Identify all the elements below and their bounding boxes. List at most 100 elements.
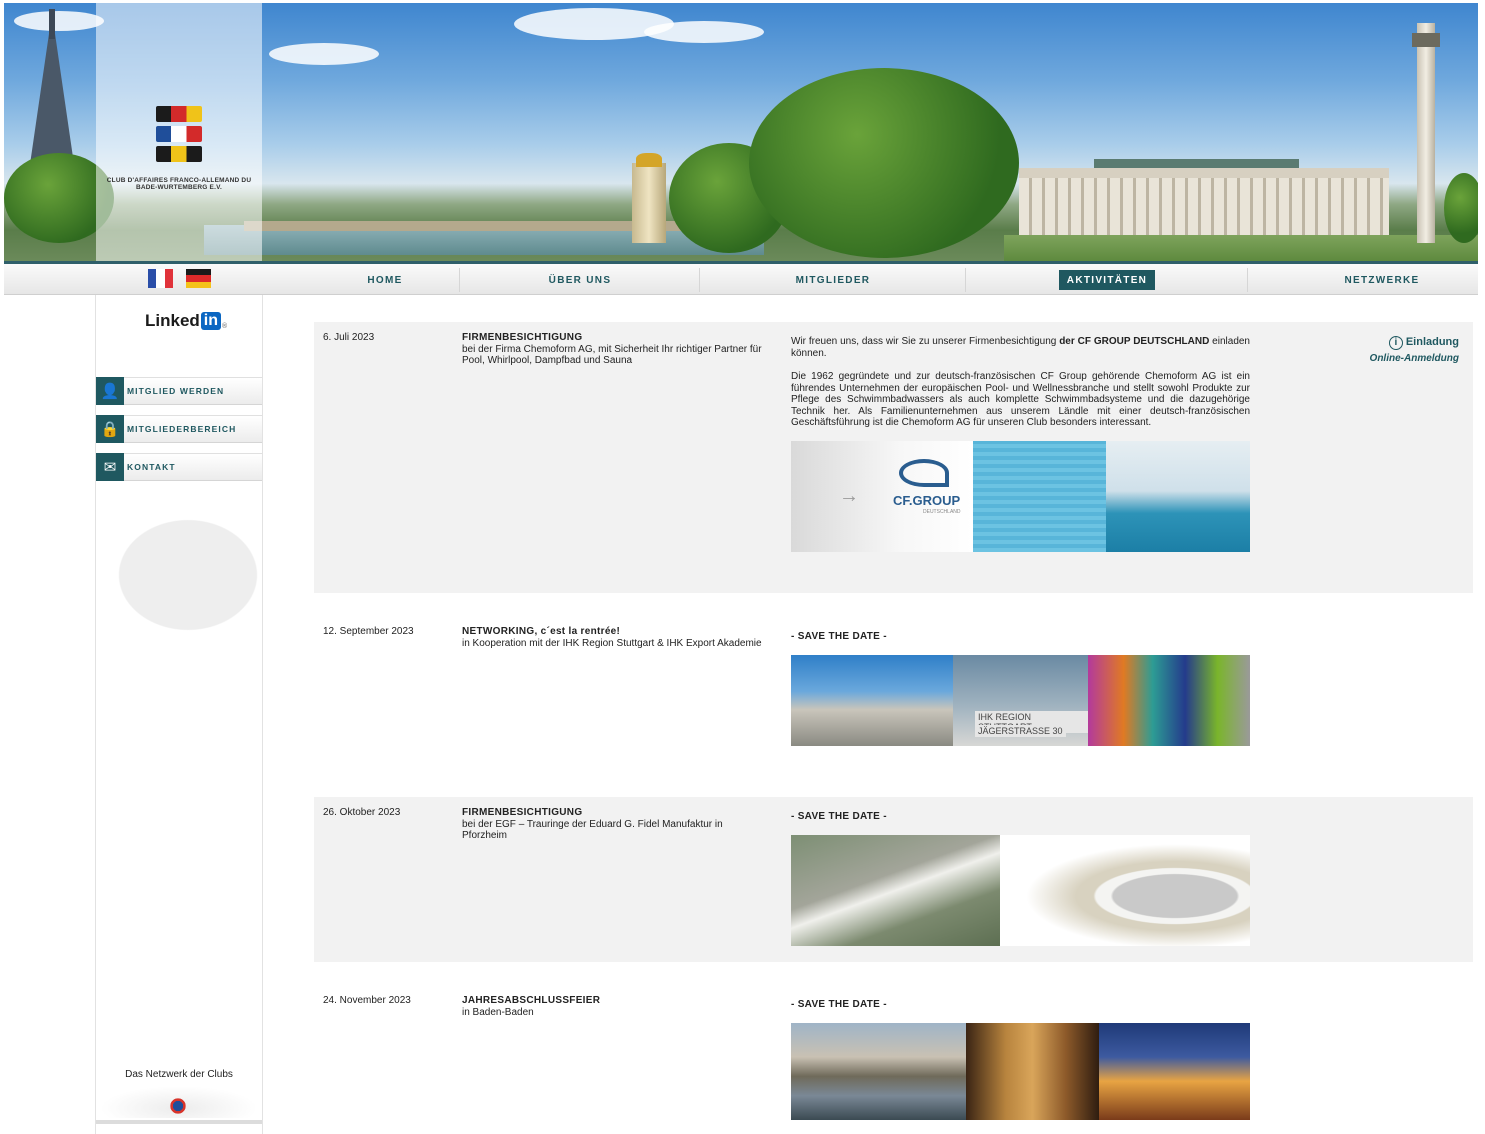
sidebar-footer-bar bbox=[96, 1120, 262, 1124]
linkedin-text: Linked bbox=[145, 311, 200, 330]
event-title: JAHRESABSCHLUSSFEIER bbox=[462, 995, 601, 1006]
event-subtitle: bei der EGF – Trauringe der Eduard G. Fi… bbox=[462, 818, 723, 842]
nav-divider bbox=[699, 268, 700, 292]
nav-ueber-uns[interactable]: Über uns bbox=[530, 270, 630, 290]
event-images: CF.GROUP DEUTSCHLAND → bbox=[791, 441, 1250, 552]
event-description: - SAVE THE DATE - bbox=[791, 811, 1250, 823]
mitgliederbereich-button[interactable]: 🔒 Mitgliederbereich bbox=[96, 415, 262, 443]
event-title-block: FIRMENBESICHTIGUNG bei der Firma Chemofo… bbox=[462, 332, 762, 367]
ihk-building-image bbox=[791, 655, 953, 746]
event-text-bold: der CF GROUP DEUTSCHLAND bbox=[1059, 336, 1210, 347]
lion-stripe bbox=[156, 106, 202, 122]
event-text: Wir freuen uns, dass wir Sie zu unserer … bbox=[791, 336, 1250, 359]
registered-icon: ® bbox=[222, 322, 228, 330]
event-title-block: FIRMENBESICHTIGUNG bei der EGF – Traurin… bbox=[462, 807, 732, 842]
lock-icon: 🔒 bbox=[96, 415, 124, 443]
arrow-icon: → bbox=[839, 485, 859, 507]
nav-netzwerke[interactable]: Netzwerke bbox=[1330, 270, 1434, 290]
egf-factory-aerial-image bbox=[791, 835, 1000, 946]
event-title-block: NETWORKING, c´est la rentrée! in Koopera… bbox=[462, 626, 772, 649]
club-name: CLUB D'AFFAIRES FRANCO-ALLEMAND DU BADE-… bbox=[106, 177, 252, 191]
linkedin-link[interactable]: Linked in ® bbox=[145, 311, 227, 331]
palace bbox=[1019, 168, 1389, 238]
side-button-label: Kontakt bbox=[127, 462, 176, 472]
nav-divider bbox=[459, 268, 460, 292]
cf-group-logo-subtext: DEUTSCHLAND bbox=[923, 509, 961, 515]
online-anmeldung-link[interactable]: Online-Anmeldung bbox=[1370, 353, 1459, 364]
event-date: 12. September 2023 bbox=[323, 626, 414, 637]
flag-stripe bbox=[156, 269, 165, 288]
club-logo[interactable]: CLUB D'AFFAIRES FRANCO-ALLEMAND DU BADE-… bbox=[96, 3, 262, 261]
ihk-sign-text: JÄGERSTRASSE 30 bbox=[975, 725, 1066, 737]
event-title: FIRMENBESICHTIGUNG bbox=[462, 807, 583, 818]
event-subtitle: bei der Firma Chemoform AG, mit Sicherhe… bbox=[462, 343, 762, 367]
baden-baden-town-image bbox=[791, 1023, 966, 1120]
flag-stripe bbox=[186, 281, 211, 288]
envelope-icon: ✉ bbox=[96, 453, 124, 481]
main-nav bbox=[4, 261, 1478, 295]
nav-mitglieder[interactable]: Mitglieder bbox=[778, 270, 888, 290]
nav-home[interactable]: Home bbox=[340, 270, 430, 290]
event-text-part: Wir freuen uns, dass wir Sie zu unserer … bbox=[791, 336, 1060, 347]
einladung-label: Einladung bbox=[1405, 336, 1459, 348]
lion-watermark bbox=[100, 505, 260, 645]
tree bbox=[1444, 173, 1478, 243]
tree bbox=[749, 68, 1019, 258]
event-title: NETWORKING, c´est la rentrée! bbox=[462, 626, 621, 637]
bridge-pillar bbox=[632, 163, 666, 243]
flag-fr-icon[interactable] bbox=[148, 269, 173, 288]
flag-stripe bbox=[148, 269, 157, 288]
event-images: IHK REGION STUTTGART JÄGERSTRASSE 30 bbox=[791, 655, 1250, 746]
event-row: 12. September 2023 NETWORKING, c´est la … bbox=[314, 617, 1473, 777]
einladung-link[interactable]: i Einladung Online-Anmeldung bbox=[1370, 336, 1459, 364]
nav-aktivitaeten[interactable]: Aktivitäten bbox=[1059, 270, 1155, 290]
ihk-sign-image: IHK REGION STUTTGART JÄGERSTRASSE 30 bbox=[953, 655, 1088, 746]
kurhaus-hall-image bbox=[966, 1023, 1099, 1120]
event-date: 24. November 2023 bbox=[323, 995, 411, 1006]
side-button-label: Mitgliederbereich bbox=[127, 424, 237, 434]
networking-people-image bbox=[1088, 655, 1250, 746]
christmas-market-image bbox=[1099, 1023, 1250, 1120]
nav-divider bbox=[965, 268, 966, 292]
nav-divider bbox=[1247, 268, 1248, 292]
event-images bbox=[791, 1023, 1250, 1120]
save-the-date: - SAVE THE DATE - bbox=[791, 999, 887, 1010]
person-add-icon: 👤 bbox=[96, 377, 124, 405]
event-description: - SAVE THE DATE - bbox=[791, 631, 1250, 643]
wedding-rings-image bbox=[1000, 835, 1250, 946]
event-title: FIRMENBESICHTIGUNG bbox=[462, 332, 583, 343]
gold-statue bbox=[636, 153, 662, 167]
network-logo-icon[interactable] bbox=[166, 1094, 190, 1118]
save-the-date: - SAVE THE DATE - bbox=[791, 631, 887, 642]
cloud bbox=[644, 21, 764, 43]
event-description: - SAVE THE DATE - bbox=[791, 999, 1250, 1011]
network-footer-text: Das Netzwerk der Clubs bbox=[125, 1069, 233, 1080]
event-row: 24. November 2023 JAHRESABSCHLUSSFEIER i… bbox=[314, 985, 1473, 1125]
lions-emblem-icon bbox=[156, 106, 202, 168]
pool-tiles-image bbox=[973, 441, 1106, 552]
flag-stripe bbox=[164, 269, 173, 288]
language-switch bbox=[148, 269, 211, 288]
mitglied-werden-button[interactable]: 👤 Mitglied werden bbox=[96, 377, 262, 405]
info-icon: i bbox=[1388, 336, 1403, 350]
event-images bbox=[791, 835, 1250, 946]
event-description: Wir freuen uns, dass wir Sie zu unserer … bbox=[791, 336, 1250, 441]
event-row: 6. Juli 2023 FIRMENBESICHTIGUNG bei der … bbox=[314, 322, 1473, 593]
infinity-pool-image bbox=[1106, 441, 1250, 552]
eiffel-tower-top bbox=[49, 9, 55, 39]
save-the-date: - SAVE THE DATE - bbox=[791, 811, 887, 822]
kontakt-button[interactable]: ✉ Kontakt bbox=[96, 453, 262, 481]
event-date: 26. Oktober 2023 bbox=[323, 807, 401, 818]
event-subtitle: in Kooperation mit der IHK Region Stuttg… bbox=[462, 637, 762, 649]
cloud bbox=[269, 43, 379, 65]
event-text: Die 1962 gegründete und zur deutsch-fran… bbox=[791, 371, 1250, 428]
event-subtitle: in Baden-Baden bbox=[462, 1006, 534, 1018]
event-title-block: JAHRESABSCHLUSSFEIER in Baden-Baden bbox=[462, 995, 762, 1018]
event-date: 6. Juli 2023 bbox=[323, 332, 375, 343]
column-capital bbox=[1412, 33, 1440, 47]
lion-stripe bbox=[156, 146, 202, 162]
jubilee-column bbox=[1417, 23, 1435, 243]
lion-stripe bbox=[156, 126, 202, 142]
cf-group-logo-text: CF.GROUP bbox=[893, 493, 961, 508]
flag-de-icon[interactable] bbox=[186, 269, 211, 288]
